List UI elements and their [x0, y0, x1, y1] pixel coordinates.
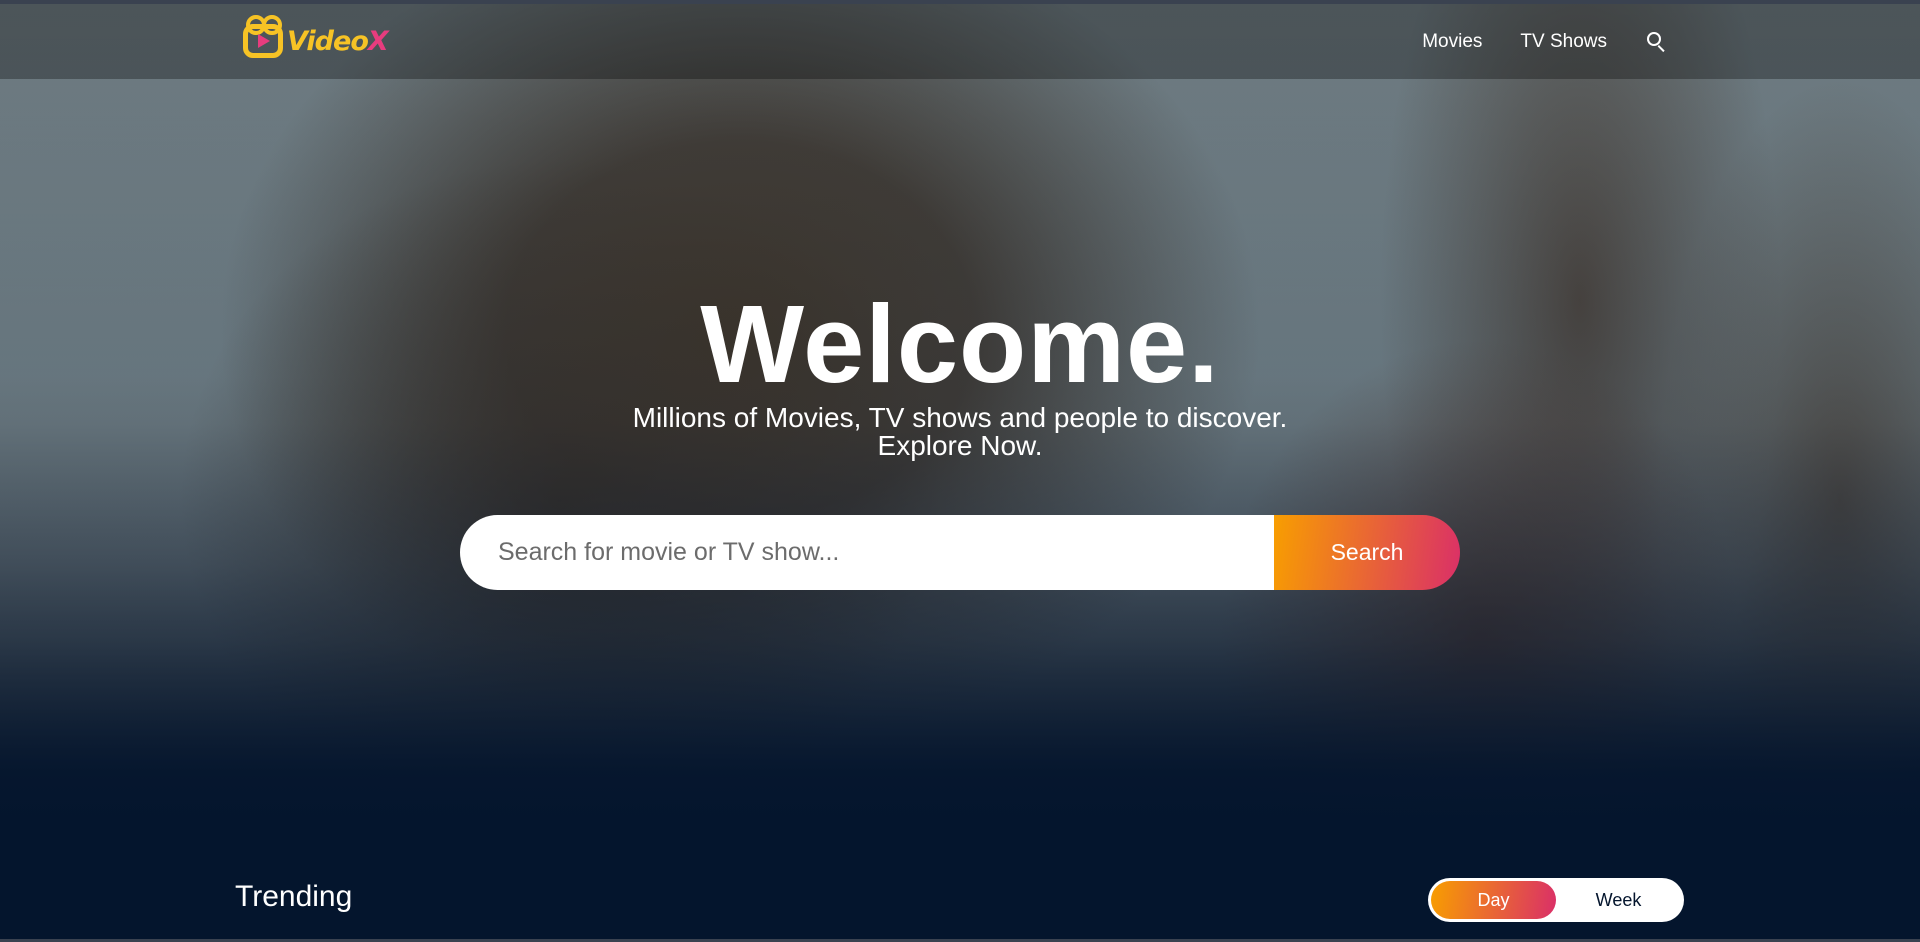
tab-week[interactable]: Week: [1556, 881, 1681, 919]
page-title: Welcome.: [700, 283, 1220, 406]
logo-text-main: Video: [287, 25, 369, 57]
welcome-block: Welcome. Millions of Movies, TV shows an…: [0, 283, 1920, 462]
search-icon-ring: [1647, 31, 1661, 46]
hero-fade-overlay: [0, 0, 1920, 942]
tab-day[interactable]: Day: [1431, 881, 1556, 919]
search-button[interactable]: Search: [1274, 515, 1460, 590]
logo-text-x: X: [367, 25, 389, 57]
nav-tv-shows[interactable]: TV Shows: [1520, 31, 1607, 53]
search-input[interactable]: [460, 515, 1274, 590]
logo-text: VideoX: [287, 25, 389, 57]
tv-logo-icon: [243, 15, 283, 58]
site-header: VideoX Movies TV Shows: [0, 4, 1920, 79]
trending-time-switch: Day Week: [1428, 878, 1684, 922]
welcome-subtitle-line2: Explore Now.: [877, 430, 1043, 461]
nav-movies[interactable]: Movies: [1422, 31, 1482, 53]
search-icon[interactable]: [1645, 31, 1667, 53]
main-nav: Movies TV Shows: [1384, 4, 1667, 79]
hero-search-bar: Search: [460, 515, 1460, 590]
trending-title: Trending: [235, 880, 353, 913]
logo[interactable]: VideoX: [243, 14, 393, 68]
welcome-subtitle-line1: Millions of Movies, TV shows and people …: [632, 402, 1288, 433]
play-icon: [258, 34, 270, 48]
search-icon-handle: [1657, 44, 1665, 52]
